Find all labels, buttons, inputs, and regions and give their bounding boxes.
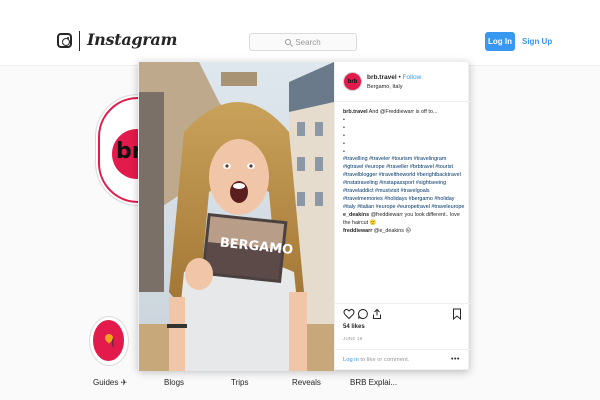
comment-username[interactable]: freddiewarr — [343, 228, 372, 234]
comment-icon[interactable] — [357, 308, 369, 320]
follow-button[interactable]: Follow — [403, 74, 422, 81]
pin-icon — [103, 332, 115, 344]
highlight-label-brb-explained[interactable]: BRB Explai... — [350, 378, 397, 387]
instagram-icon[interactable] — [57, 33, 72, 48]
comment-item: freddiewarr @e_deakins 😜 — [343, 228, 465, 236]
more-options-icon[interactable]: ••• — [451, 356, 460, 363]
search-input[interactable]: Search — [249, 33, 357, 51]
instagram-wordmark[interactable]: Instagram — [87, 30, 177, 49]
likes-count[interactable]: 54 likes — [343, 324, 365, 330]
signup-link[interactable]: Sign Up — [522, 37, 552, 46]
comment-username[interactable]: e_deakins — [343, 212, 369, 218]
footer-login-link[interactable]: Log in — [343, 357, 359, 363]
post-date: JUNE 18 — [343, 336, 363, 341]
caption-bullet: • — [343, 140, 345, 147]
share-icon[interactable] — [371, 308, 383, 320]
top-navigation: Instagram Search Log In Sign Up — [0, 0, 600, 66]
search-placeholder: Search — [295, 37, 321, 47]
caption-text: And @Freddiewarr is off to... — [368, 109, 438, 115]
post-author-avatar-text: brb — [347, 78, 358, 85]
search-icon — [285, 39, 292, 45]
post-footer: Log in to like or comment. ••• — [335, 349, 471, 371]
comment-item: e_deakins @freddiewarr you look differen… — [343, 212, 465, 228]
caption-bullet: • — [343, 116, 345, 123]
caption-bullet: • — [343, 148, 345, 155]
highlight-cover — [93, 320, 124, 361]
post-author-username[interactable]: brb.travel — [367, 74, 397, 81]
highlight-label-guides[interactable]: Guides ✈ — [93, 378, 127, 387]
separator-dot: • — [398, 74, 401, 81]
highlight-label-reveals[interactable]: Reveals — [292, 378, 321, 387]
login-button[interactable]: Log In — [485, 32, 515, 51]
caption-username[interactable]: brb.travel — [343, 109, 368, 115]
logo-divider — [79, 31, 80, 51]
login-prompt: Log in to like or comment. — [343, 357, 409, 363]
bookmark-icon[interactable] — [451, 308, 463, 320]
caption-hashtags[interactable]: #travelling #traveler #tourism #travelin… — [343, 156, 464, 209]
heart-icon[interactable] — [343, 308, 355, 320]
highlight-guides-circle[interactable] — [89, 316, 129, 366]
post-author-avatar[interactable]: brb — [343, 72, 362, 91]
post-side-panel: brb brb.travel • Follow Bergamo, Italy b… — [334, 62, 471, 371]
post-photo-illustration: BERGAMO — [139, 62, 334, 371]
post-caption: brb.travel And @Freddiewarr is off to...… — [343, 109, 465, 236]
highlight-label-blogs[interactable]: Blogs — [164, 378, 184, 387]
comment-text: @e_deakins 😜 — [373, 227, 412, 234]
post-author-line: brb.travel • Follow — [367, 74, 421, 81]
post-modal: BERGAMO brb brb.travel • Follow Bergamo,… — [138, 61, 471, 371]
post-photo[interactable]: BERGAMO — [139, 62, 334, 371]
post-actions — [335, 303, 471, 323]
post-location[interactable]: Bergamo, Italy — [367, 84, 402, 90]
highlight-label-trips[interactable]: Trips — [231, 378, 248, 387]
footer-login-text: to like or comment. — [358, 357, 410, 363]
caption-bullet: • — [343, 132, 345, 139]
post-header: brb brb.travel • Follow Bergamo, Italy — [335, 62, 471, 102]
caption-bullet: • — [343, 124, 345, 131]
